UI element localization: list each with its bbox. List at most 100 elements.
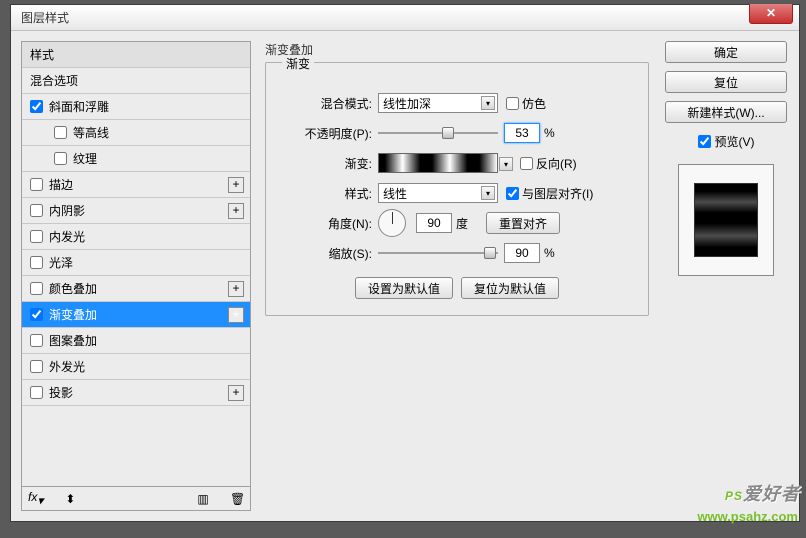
chevron-down-icon: ▾	[481, 96, 495, 110]
sidebar-item-8[interactable]: 渐变叠加+	[22, 302, 250, 328]
fieldset-legend: 渐变	[282, 55, 314, 72]
fx-menu[interactable]: fx▾	[28, 490, 43, 507]
opacity-label: 不透明度(P):	[278, 125, 378, 142]
sidebar-item-1[interactable]: 等高线	[22, 120, 250, 146]
style-label: 样式:	[278, 185, 378, 202]
close-button[interactable]: ✕	[749, 4, 793, 24]
align-layer-label: 与图层对齐(I)	[522, 185, 593, 202]
align-layer-checkbox-input[interactable]	[506, 187, 519, 200]
opacity-unit: %	[544, 126, 555, 140]
sidebar-item-checkbox[interactable]	[30, 360, 43, 373]
sidebar-item-7[interactable]: 颜色叠加 +	[22, 276, 250, 302]
sidebar-blend-options[interactable]: 混合选项	[22, 68, 250, 94]
reset-default-button[interactable]: 复位为默认值	[461, 277, 559, 299]
reverse-checkbox[interactable]: 反向(R)	[520, 155, 577, 172]
blend-mode-label: 混合模式:	[278, 95, 378, 112]
reverse-checkbox-input[interactable]	[520, 157, 533, 170]
angle-unit: 度	[456, 215, 468, 232]
sidebar-header-label: 样式	[30, 46, 54, 63]
sidebar-item-3[interactable]: 描边 +	[22, 172, 250, 198]
trash-icon[interactable]: 🗑	[230, 492, 244, 506]
reverse-label: 反向(R)	[536, 155, 577, 172]
opacity-input[interactable]	[504, 123, 540, 143]
sidebar-item-checkbox[interactable]	[30, 386, 43, 399]
section-title: 渐变叠加	[265, 41, 649, 58]
chevron-down-icon: ▾	[481, 186, 495, 200]
sidebar-item-checkbox[interactable]	[30, 178, 43, 191]
footer-icon-2[interactable]: ▥	[196, 492, 210, 506]
watermark-url: www.psahz.com	[697, 509, 798, 524]
styles-sidebar: 样式 混合选项 斜面和浮雕等高线纹理描边+内阴影+内发光光泽颜色叠加+渐变叠加+…	[21, 41, 251, 511]
settings-panel: 渐变叠加 渐变 混合模式: 线性加深 ▾ 仿色 不透明度(P):	[259, 41, 655, 511]
add-effect-button[interactable]: +	[228, 203, 244, 219]
sidebar-item-checkbox[interactable]	[30, 256, 43, 269]
blend-mode-select[interactable]: 线性加深 ▾	[378, 93, 498, 113]
sidebar-item-label: 颜色叠加	[49, 280, 97, 297]
gradient-swatch[interactable]: ▾	[378, 153, 498, 173]
gradient-label: 渐变:	[278, 155, 378, 172]
opacity-slider[interactable]	[378, 125, 498, 141]
sidebar-item-2[interactable]: 纹理	[22, 146, 250, 172]
sidebar-item-0[interactable]: 斜面和浮雕	[22, 94, 250, 120]
new-style-button[interactable]: 新建样式(W)...	[665, 101, 787, 123]
angle-input[interactable]	[416, 213, 452, 233]
sidebar-item-checkbox[interactable]	[30, 204, 43, 217]
sidebar-item-4[interactable]: 内阴影 +	[22, 198, 250, 224]
sidebar-item-label: 描边	[49, 176, 73, 193]
reset-align-button[interactable]: 重置对齐	[486, 212, 560, 234]
sidebar-item-label: 内阴影	[49, 202, 85, 219]
ok-button[interactable]: 确定	[665, 41, 787, 63]
sidebar-item-checkbox[interactable]	[30, 282, 43, 295]
scale-unit: %	[544, 246, 555, 260]
preview-swatch	[694, 183, 758, 257]
sidebar-item-9[interactable]: 图案叠加	[22, 328, 250, 354]
scale-label: 缩放(S):	[278, 245, 378, 262]
sidebar-item-checkbox[interactable]	[30, 100, 43, 113]
preview-box	[678, 164, 774, 276]
close-icon: ✕	[766, 6, 776, 20]
add-effect-button[interactable]: +	[228, 281, 244, 297]
sidebar-item-checkbox[interactable]	[30, 230, 43, 243]
dither-checkbox-input[interactable]	[506, 97, 519, 110]
angle-dial[interactable]	[378, 209, 406, 237]
scale-slider[interactable]	[378, 245, 498, 261]
add-effect-button[interactable]: +	[228, 177, 244, 193]
sidebar-item-label: 纹理	[73, 150, 97, 167]
sidebar-item-label: 内发光	[49, 228, 85, 245]
style-select[interactable]: 线性 ▾	[378, 183, 498, 203]
titlebar: 图层样式 ✕	[11, 5, 799, 31]
sidebar-item-label: 等高线	[73, 124, 109, 141]
sidebar-item-checkbox[interactable]	[30, 308, 43, 321]
sidebar-header-styles[interactable]: 样式	[22, 42, 250, 68]
sidebar-blend-options-label: 混合选项	[30, 72, 78, 89]
preview-checkbox-input[interactable]	[698, 135, 711, 148]
cancel-button[interactable]: 复位	[665, 71, 787, 93]
sidebar-item-checkbox[interactable]	[54, 152, 67, 165]
sidebar-item-checkbox[interactable]	[54, 126, 67, 139]
dither-checkbox[interactable]: 仿色	[506, 95, 546, 112]
preview-label: 预览(V)	[715, 133, 755, 150]
chevron-down-icon[interactable]: ▾	[499, 157, 513, 171]
sidebar-footer: fx▾ ⬍ ▥ 🗑	[22, 486, 250, 510]
layer-style-dialog: 图层样式 ✕ 样式 混合选项 斜面和浮雕等高线纹理描边+内阴影+内发光光泽颜色叠…	[10, 4, 800, 522]
dither-label: 仿色	[522, 95, 546, 112]
set-default-button[interactable]: 设置为默认值	[355, 277, 453, 299]
action-panel: 确定 复位 新建样式(W)... 预览(V)	[663, 41, 789, 511]
style-value: 线性	[383, 185, 407, 202]
angle-label: 角度(N):	[278, 215, 378, 232]
sidebar-item-5[interactable]: 内发光	[22, 224, 250, 250]
sidebar-item-11[interactable]: 投影 +	[22, 380, 250, 406]
window-title: 图层样式	[21, 9, 69, 26]
align-layer-checkbox[interactable]: 与图层对齐(I)	[506, 185, 593, 202]
sidebar-item-10[interactable]: 外发光	[22, 354, 250, 380]
add-effect-button[interactable]: +	[228, 385, 244, 401]
sidebar-item-label: 投影	[49, 384, 73, 401]
sidebar-item-checkbox[interactable]	[30, 334, 43, 347]
sidebar-item-label: 外发光	[49, 358, 85, 375]
scale-input[interactable]	[504, 243, 540, 263]
sidebar-item-6[interactable]: 光泽	[22, 250, 250, 276]
watermark-brand: PS爱好者	[725, 480, 800, 506]
add-effect-button[interactable]: +	[228, 307, 244, 323]
preview-checkbox[interactable]: 预览(V)	[698, 133, 755, 150]
footer-icon-1[interactable]: ⬍	[63, 492, 77, 506]
